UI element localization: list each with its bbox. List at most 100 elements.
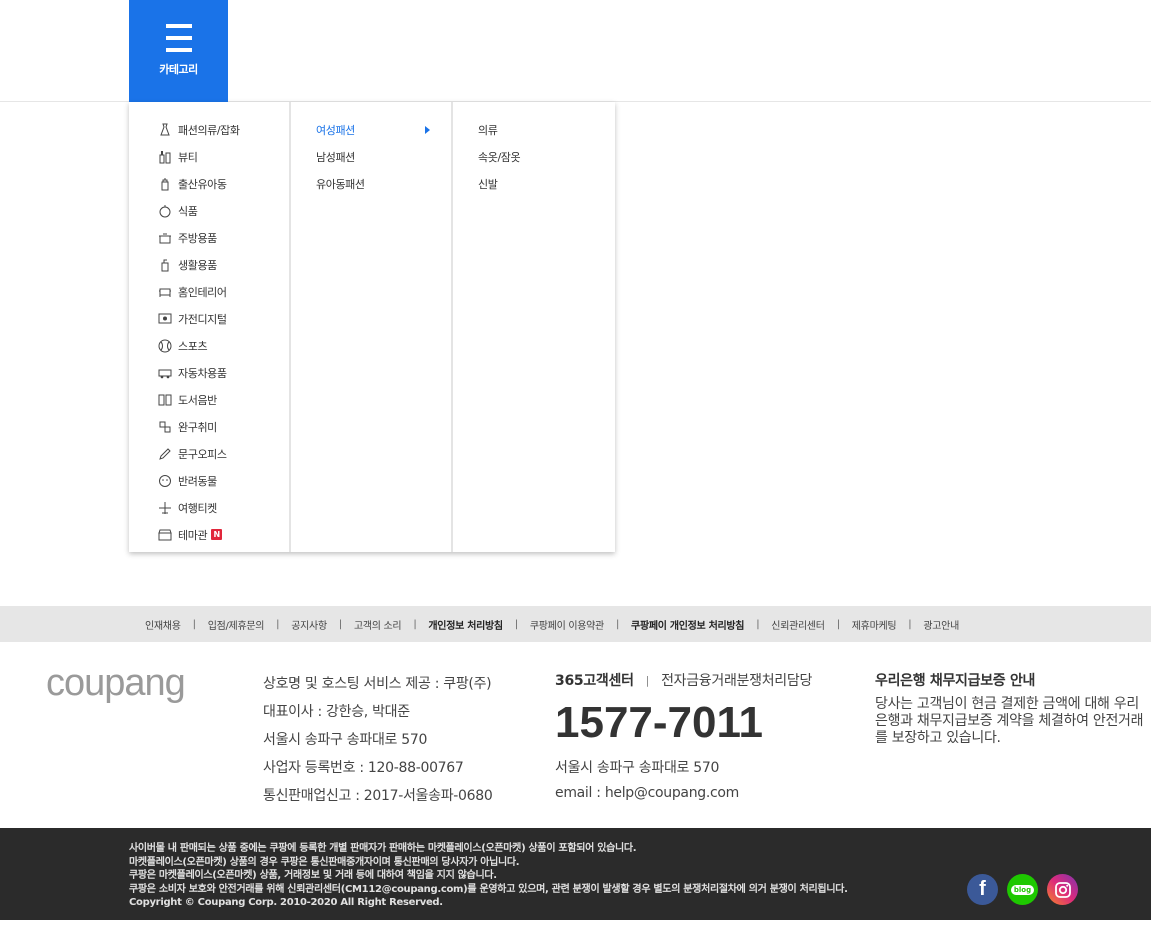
category-item[interactable]: 여행티켓: [129, 494, 289, 521]
notice-line: 마켓플레이스(오픈마켓) 상품의 경우 쿠팡은 통신판매중개자이며 통신판매의 …: [129, 856, 520, 868]
cs-address: 서울시 송파구 송파대로 570: [555, 760, 720, 776]
cs-phone: 1577-7011: [555, 698, 763, 747]
footer-link[interactable]: 개인정보 처리방침: [428, 617, 503, 632]
category-item[interactable]: 생활용품: [129, 251, 289, 278]
monitor-icon: [158, 312, 172, 326]
category-label: 카테고리: [159, 63, 198, 76]
category-item[interactable]: 자동차용품: [129, 359, 289, 386]
footer-legal: 사이버몰 내 판매되는 상품 중에는 쿠팡에 등록한 개별 판매자가 판매하는 …: [0, 828, 1151, 920]
top-header: 카테고리: [0, 0, 1151, 102]
cs-email: email : help@coupang.com: [555, 785, 740, 801]
category-label: 반려동물: [178, 474, 217, 488]
footer-link[interactable]: 쿠팡페이 개인정보 처리방침: [631, 617, 744, 632]
store-icon: [158, 528, 172, 542]
category-item[interactable]: 완구취미: [129, 413, 289, 440]
footer-link[interactable]: 신뢰관리센터: [771, 617, 825, 632]
cs-title: 365고객센터: [555, 673, 634, 689]
new-badge: N: [211, 529, 223, 540]
legal-notice: 사이버몰 내 판매되는 상품 중에는 쿠팡에 등록한 개별 판매자가 판매하는 …: [129, 842, 848, 910]
footer-info: coupang 상호명 및 호스팅 서비스 제공 : 쿠팡(주) 대표이사 : …: [0, 642, 1151, 828]
link-separator: |: [276, 618, 280, 630]
category-label: 스포츠: [178, 339, 208, 353]
bank-guarantee: 우리은행 채무지급보증 안내 당사는 고객님이 현금 결제한 금액에 대해 우리…: [875, 670, 1145, 747]
link-separator: |: [615, 618, 620, 630]
social-links: f blog: [967, 874, 1078, 905]
category-menu: 패션의류/잡화뷰티출산유아동식품주방용품생활용품홈인테리어가전디지털스포츠자동차…: [129, 102, 615, 552]
ball-icon: [158, 339, 172, 353]
facebook-icon[interactable]: f: [967, 874, 998, 905]
category-label: 완구취미: [178, 420, 217, 434]
category-label: 뷰티: [178, 150, 198, 164]
footer-link[interactable]: 제휴마케팅: [852, 617, 897, 632]
category-item[interactable]: 홈인테리어: [129, 278, 289, 305]
category-item[interactable]: 주방용품: [129, 224, 289, 251]
category-label: 주방용품: [178, 231, 217, 245]
third-category-column: 의류 속옷/잠옷 신발: [453, 102, 615, 552]
category-label: 여행티켓: [178, 501, 217, 515]
category-item[interactable]: 반려동물: [129, 467, 289, 494]
subcategory-item[interactable]: 남성패션: [291, 143, 451, 170]
category-label: 문구오피스: [178, 447, 227, 461]
coupang-logo[interactable]: coupang: [46, 662, 186, 705]
apple-icon: [158, 204, 172, 218]
footer-link[interactable]: 입점/제휴문의: [208, 617, 265, 632]
category-item[interactable]: 문구오피스: [129, 440, 289, 467]
notice-line: 쿠팡은 소비자 보호와 안전거래를 위해 신뢰관리센터(CM112@coupan…: [129, 883, 848, 895]
blog-label: blog: [1010, 884, 1035, 895]
company-info: 상호명 및 호스팅 서비스 제공 : 쿠팡(주) 대표이사 : 강한승, 박대준…: [263, 670, 493, 810]
caret-right-icon: [425, 125, 430, 134]
link-separator: |: [756, 618, 760, 630]
category-item[interactable]: 스포츠: [129, 332, 289, 359]
sofa-icon: [158, 285, 172, 299]
subcategory-item[interactable]: 유아동패션: [291, 170, 451, 197]
notice-line: 사이버몰 내 판매되는 상품 중에는 쿠팡에 등록한 개별 판매자가 판매하는 …: [129, 843, 637, 854]
bank-desc: 당사는 고객님이 현금 결제한 금액에 대해 우리은행과 채무지급보증 계약을 …: [875, 696, 1144, 746]
link-separator: |: [908, 618, 912, 630]
company-line: 사업자 등록번호 : 120-88-00767: [263, 760, 464, 776]
footer-link[interactable]: 공지사항: [291, 617, 327, 632]
toy-icon: [158, 420, 172, 434]
footer-links-bar: 인재채용 | 입점/제휴문의 | 공지사항 | 고객의 소리 | 개인정보 처리방침 | 쿠팡페이 …: [0, 606, 1151, 642]
footer-link[interactable]: 광고안내: [923, 617, 959, 632]
pet-icon: [158, 474, 172, 488]
category-item[interactable]: 가전디지털: [129, 305, 289, 332]
link-separator: |: [338, 618, 342, 630]
instagram-icon[interactable]: [1047, 874, 1078, 905]
pencil-icon: [158, 447, 172, 461]
third-category-item[interactable]: 의류: [453, 116, 615, 143]
footer-link[interactable]: 고객의 소리: [354, 617, 402, 632]
link-separator: |: [192, 618, 196, 630]
notice-line: 쿠팡은 마켓플레이스(오픈마켓) 상품, 거래정보 및 거래 등에 대하여 책임…: [129, 870, 497, 881]
blog-icon[interactable]: blog: [1007, 874, 1038, 905]
customer-center: 365고객센터 | 전자금융거래분쟁처리담당 1577-7011 서울시 송파구…: [555, 670, 812, 806]
footer-link[interactable]: 인재채용: [145, 617, 181, 632]
subcategory-item[interactable]: 여성패션: [291, 116, 451, 143]
category-item[interactable]: 도서음반: [129, 386, 289, 413]
third-category-item[interactable]: 신발: [453, 170, 615, 197]
category-label: 패션의류/잡화: [178, 123, 240, 137]
third-category-item[interactable]: 속옷/잠옷: [453, 143, 615, 170]
category-button[interactable]: 카테고리: [129, 0, 228, 102]
footer-link[interactable]: 쿠팡페이 이용약관: [530, 617, 604, 632]
company-line: 상호명 및 호스팅 서비스 제공 : 쿠팡(주): [263, 676, 492, 692]
hamburger-icon: [165, 24, 192, 52]
category-label: 가전디지털: [178, 312, 227, 326]
link-separator: |: [836, 618, 840, 630]
subcategory-label: 유아동패션: [316, 177, 365, 191]
category-item[interactable]: 뷰티: [129, 143, 289, 170]
category-column: 패션의류/잡화뷰티출산유아동식품주방용품생활용품홈인테리어가전디지털스포츠자동차…: [129, 102, 291, 552]
detergent-icon: [158, 258, 172, 272]
category-label: 홈인테리어: [178, 285, 227, 299]
bank-title: 우리은행 채무지급보증 안내: [875, 673, 1036, 689]
category-item[interactable]: 출산유아동: [129, 170, 289, 197]
category-label: 도서음반: [178, 393, 217, 407]
company-line: 서울시 송파구 송파대로 570: [263, 732, 428, 748]
category-label: 출산유아동: [178, 177, 227, 191]
category-item[interactable]: 패션의류/잡화: [129, 116, 289, 143]
category-label: 식품: [178, 204, 198, 218]
divider: |: [645, 673, 650, 687]
cs-sub: 전자금융거래분쟁처리담당: [661, 673, 813, 689]
category-item[interactable]: 테마관 N: [129, 521, 289, 548]
category-label: 자동차용품: [178, 366, 227, 380]
category-item[interactable]: 식품: [129, 197, 289, 224]
